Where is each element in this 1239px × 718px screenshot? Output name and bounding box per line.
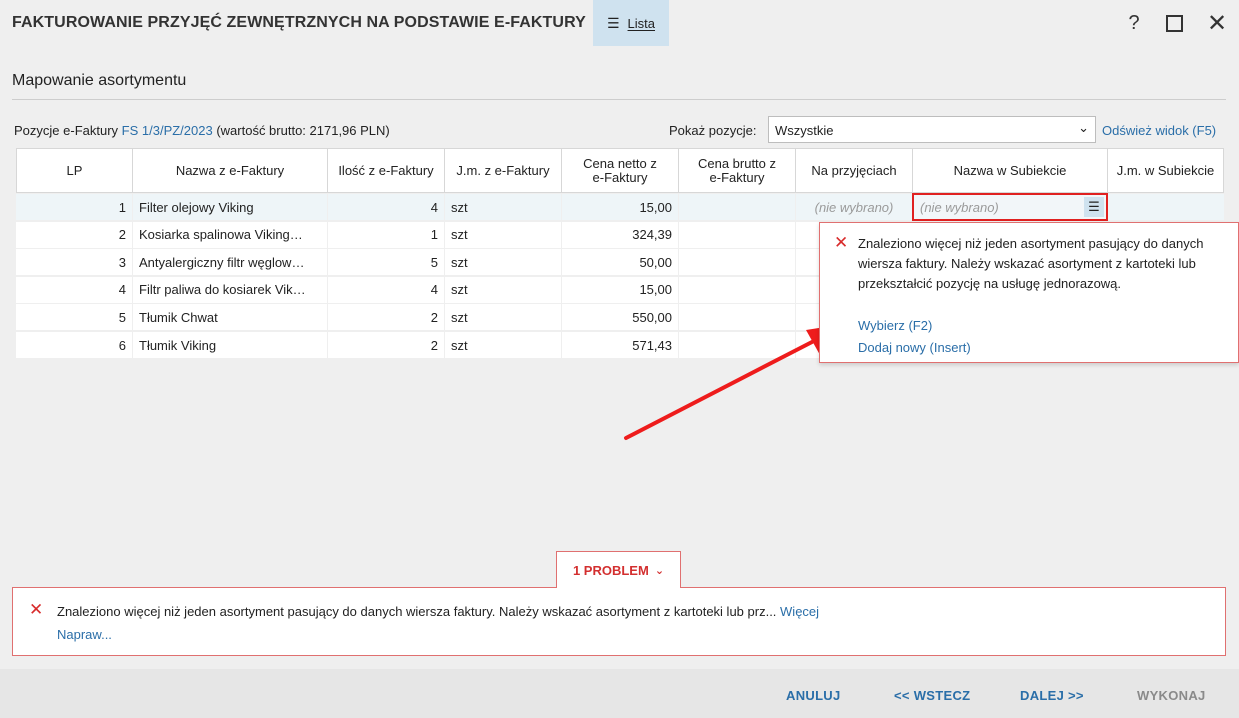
maximize-button[interactable] (1161, 10, 1187, 36)
cell-unit[interactable]: szt (445, 332, 561, 358)
cell-qty[interactable]: 1 (328, 221, 444, 248)
cell-net-price[interactable]: 550,00 (562, 304, 678, 331)
list-menu-icon[interactable]: ☰ (1084, 197, 1104, 217)
more-link[interactable]: Więcej (780, 604, 819, 619)
popup-message: Znaleziono więcej niż jeden asortyment p… (858, 236, 1204, 291)
cell-qty[interactable]: 4 (328, 194, 444, 220)
hamburger-icon: ☰ (606, 14, 620, 31)
chevron-down-icon: ⌄ (1078, 120, 1089, 135)
help-button[interactable]: ? (1121, 10, 1147, 36)
cell-net-price[interactable]: 571,43 (562, 332, 678, 358)
column-header-receipts[interactable]: Na przyjęciach (796, 148, 913, 193)
add-new-link[interactable]: Dodaj nowy (Insert) (858, 340, 971, 355)
cell-lp[interactable]: 3 (16, 249, 132, 276)
cell-qty[interactable]: 4 (328, 276, 444, 303)
lista-button[interactable]: ☰ Lista (593, 0, 669, 46)
column-header-net-price[interactable]: Cena netto z e-Faktury (562, 148, 679, 193)
cell-unit[interactable]: szt (445, 194, 561, 220)
column-header-qty[interactable]: Ilość z e-Faktury (328, 148, 445, 193)
section-title: Mapowanie asortymentu (12, 72, 187, 89)
show-positions-select[interactable]: Wszystkie ⌄ (768, 116, 1096, 143)
column-header-gross-price[interactable]: Cena brutto z e-Faktury (679, 148, 796, 193)
problem-count-tab[interactable]: 1 PROBLEM ⌄ (556, 551, 681, 588)
problem-count-label: 1 PROBLEM (572, 562, 649, 578)
cell-name[interactable]: Filter olejowy Viking (133, 194, 327, 220)
cell-name[interactable]: Filtr paliwa do kosiarek Vik… (133, 276, 327, 303)
cell-lp[interactable]: 4 (16, 276, 132, 303)
cell-unit[interactable]: szt (445, 276, 561, 303)
chevron-down-icon: ⌄ (654, 564, 665, 577)
choose-link[interactable]: Wybierz (F2) (858, 318, 932, 333)
error-icon: ✕ (834, 233, 849, 252)
cell-net-price[interactable]: 15,00 (562, 276, 678, 303)
execute-button[interactable]: WYKONAJ (1137, 688, 1206, 703)
cell-qty[interactable]: 2 (328, 332, 444, 358)
cell-net-price[interactable]: 15,00 (562, 194, 678, 220)
column-header-subiekt-unit[interactable]: J.m. w Subiekcie (1108, 148, 1224, 193)
refresh-view-link[interactable]: Odśwież widok (F5) (1102, 123, 1216, 138)
cell-lp[interactable]: 6 (16, 332, 132, 358)
cell-name[interactable]: Antyalergiczny filtr węglow… (133, 249, 327, 276)
ambiguity-popup: ✕ Znaleziono więcej niż jeden asortyment… (819, 222, 1239, 363)
column-header-name[interactable]: Nazwa z e-Faktury (133, 148, 328, 193)
fix-link[interactable]: Napraw... (57, 627, 112, 642)
cell-gross-price[interactable] (679, 276, 795, 303)
cell-gross-price[interactable] (679, 249, 795, 276)
problem-panel: ✕ Znaleziono więcej niż jeden asortyment… (12, 587, 1226, 656)
invoice-info: Pozycje e-Faktury FS 1/3/PZ/2023 (wartoś… (14, 123, 390, 138)
maximize-icon (1165, 14, 1183, 32)
cell-gross-price[interactable] (679, 332, 795, 358)
invoice-info-suffix: (wartość brutto: 2171,96 PLN) (212, 123, 390, 138)
subiekt-name-value: (nie wybrano) (920, 199, 999, 215)
close-button[interactable]: ✕ (1204, 10, 1230, 37)
cell-qty[interactable]: 5 (328, 249, 444, 276)
cell-name[interactable]: Kosiarka spalinowa Viking… (133, 221, 327, 248)
cell-lp[interactable]: 2 (16, 221, 132, 248)
cell-net-price[interactable]: 50,00 (562, 249, 678, 276)
cell-receipts[interactable]: (nie wybrano) (796, 194, 912, 220)
cell-name[interactable]: Tłumik Viking (133, 332, 327, 358)
subiekt-name-editor[interactable]: (nie wybrano) ☰ (912, 193, 1108, 221)
column-header-subiekt-name[interactable]: Nazwa w Subiekcie (913, 148, 1108, 193)
section-divider (12, 99, 1226, 100)
window-title: FAKTUROWANIE PRZYJĘĆ ZEWNĘTRZNYCH NA POD… (12, 14, 586, 31)
lista-label: Lista (627, 15, 656, 31)
invoice-info-prefix: Pozycje e-Faktury (14, 123, 122, 138)
cell-unit[interactable]: szt (445, 221, 561, 248)
cell-name[interactable]: Tłumik Chwat (133, 304, 327, 331)
cancel-button[interactable]: ANULUJ (786, 688, 841, 703)
cell-unit[interactable]: szt (445, 304, 561, 331)
show-positions-label: Pokaż pozycje: (669, 123, 757, 138)
title-bar: FAKTUROWANIE PRZYJĘĆ ZEWNĘTRZNYCH NA POD… (0, 0, 1239, 46)
cell-unit[interactable]: szt (445, 249, 561, 276)
problem-message: Znaleziono więcej niż jeden asortyment p… (57, 604, 819, 619)
cell-qty[interactable]: 2 (328, 304, 444, 331)
show-positions-value: Wszystkie (775, 123, 834, 138)
wizard-footer: ANULUJ << WSTECZ DALEJ >> WYKONAJ (0, 669, 1239, 718)
next-button[interactable]: DALEJ >> (1020, 688, 1084, 703)
column-header-unit[interactable]: J.m. z e-Faktury (445, 148, 562, 193)
cell-gross-price[interactable] (679, 194, 795, 220)
column-header-lp[interactable]: LP (16, 148, 133, 193)
cell-lp[interactable]: 5 (16, 304, 132, 331)
cell-gross-price[interactable] (679, 221, 795, 248)
error-icon: ✕ (29, 600, 44, 619)
problem-message-text: Znaleziono więcej niż jeden asortyment p… (57, 604, 781, 619)
cell-subiekt-unit[interactable] (1108, 194, 1224, 220)
cell-gross-price[interactable] (679, 304, 795, 331)
back-button[interactable]: << WSTECZ (894, 688, 970, 703)
invoice-document-link[interactable]: FS 1/3/PZ/2023 (122, 123, 213, 138)
cell-net-price[interactable]: 324,39 (562, 221, 678, 248)
cell-lp[interactable]: 1 (16, 194, 132, 220)
